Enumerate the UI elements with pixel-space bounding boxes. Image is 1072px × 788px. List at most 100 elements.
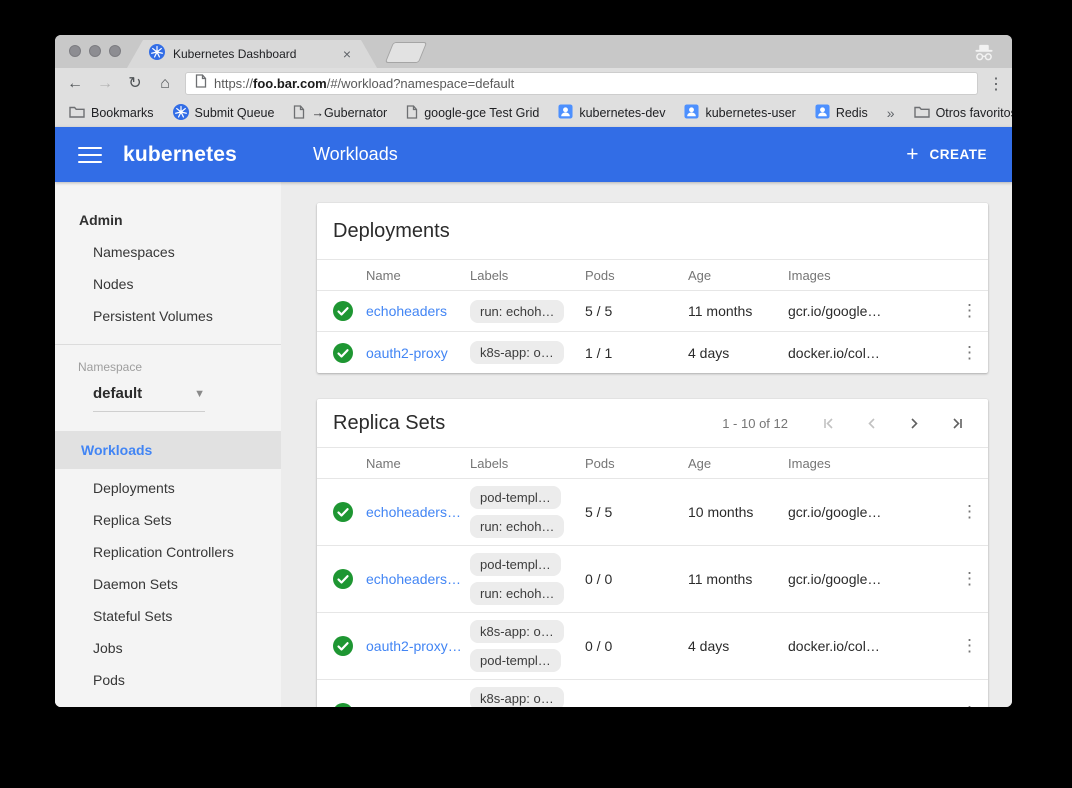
sidebar-item-pods[interactable]: Pods <box>55 664 281 696</box>
hamburger-menu-icon[interactable] <box>78 147 102 163</box>
label-chip: run: echoh… <box>470 582 564 605</box>
plus-icon: + <box>906 144 918 165</box>
table-header-row: Name Labels Pods Age Images <box>317 260 988 291</box>
tab-title: Kubernetes Dashboard <box>173 47 343 61</box>
sidebar-item-replication-controllers[interactable]: Replication Controllers <box>55 536 281 568</box>
bookmark-item[interactable]: Bookmarks <box>69 105 154 121</box>
next-page-button[interactable] <box>908 417 921 430</box>
bookmarks-bar: Bookmarks Submit Queue →Gubernator googl… <box>55 99 1012 127</box>
new-tab-button[interactable] <box>385 42 427 63</box>
sidebar-item-deployments[interactable]: Deployments <box>55 472 281 504</box>
resource-link[interactable]: echoheaders… <box>366 504 470 520</box>
app-header: kubernetes Workloads + CREATE <box>55 127 1012 182</box>
url-text: https://foo.bar.com/#/workload?namespace… <box>214 76 514 91</box>
address-bar[interactable]: https://foo.bar.com/#/workload?namespace… <box>185 72 978 95</box>
pagination: 1 - 10 of 12 <box>722 416 964 431</box>
bookmark-item[interactable]: Redis <box>815 104 868 122</box>
pagination-range: 1 - 10 of 12 <box>722 416 788 431</box>
row-menu-button[interactable]: ⋮ <box>952 343 988 363</box>
label-chip: run: echoh… <box>470 515 564 538</box>
folder-icon <box>69 105 85 118</box>
check-circle-icon <box>333 502 353 522</box>
row-menu-button[interactable]: ⋮ <box>952 636 988 656</box>
page-icon <box>293 105 305 119</box>
sidebar-item-replica-sets[interactable]: Replica Sets <box>55 504 281 536</box>
groups-icon <box>684 104 699 119</box>
sidebar-item-stateful-sets[interactable]: Stateful Sets <box>55 600 281 632</box>
reload-button[interactable]: ↻ <box>125 76 145 92</box>
kubernetes-icon <box>149 44 165 60</box>
bookmark-item[interactable]: →Gubernator <box>293 105 387 122</box>
label-chip: k8s-app: o… <box>470 341 564 364</box>
table-row: echoheaders run: echoh… 5 / 5 11 months … <box>317 291 988 332</box>
close-window-button[interactable] <box>69 45 81 57</box>
sidebar: Admin Namespaces Nodes Persistent Volume… <box>55 182 281 707</box>
table-row: echoheaders… pod-templ… run: echoh… 5 / … <box>317 479 988 546</box>
sidebar-item-nodes[interactable]: Nodes <box>55 268 281 300</box>
bookmark-item[interactable]: google-gce Test Grid <box>406 105 539 122</box>
resource-link[interactable]: oauth2-proxy <box>366 345 470 361</box>
sidebar-divider <box>55 344 281 345</box>
browser-toolbar: ← → ↻ ⌂ https://foo.bar.com/#/workload?n… <box>55 68 1012 99</box>
label-chip: k8s-app: o… <box>470 620 564 643</box>
sidebar-item-persistent-volumes[interactable]: Persistent Volumes <box>55 300 281 332</box>
sidebar-item-daemon-sets[interactable]: Daemon Sets <box>55 568 281 600</box>
other-bookmarks-folder[interactable]: Otros favoritos <box>914 105 1012 121</box>
resource-link[interactable]: oauth2-proxy… <box>366 638 470 654</box>
folder-icon <box>914 105 930 118</box>
forward-button[interactable]: → <box>95 76 115 92</box>
browser-menu-button[interactable]: ⋮ <box>988 74 1002 94</box>
desktop-background: Kubernetes Dashboard × ← → ↻ ⌂ https:/ <box>0 0 1072 788</box>
minimize-window-button[interactable] <box>89 45 101 57</box>
browser-tab[interactable]: Kubernetes Dashboard × <box>127 40 377 68</box>
resource-link[interactable]: echoheaders <box>366 303 470 319</box>
app-brand: kubernetes <box>123 143 237 167</box>
page-title: Workloads <box>313 144 398 165</box>
bookmark-item[interactable]: kubernetes-user <box>684 104 795 122</box>
app-body: Admin Namespaces Nodes Persistent Volume… <box>55 182 1012 707</box>
sidebar-item-admin[interactable]: Admin <box>55 204 281 236</box>
window-controls <box>69 45 121 57</box>
label-chip: pod-templ… <box>470 486 561 509</box>
kubernetes-icon <box>173 104 189 120</box>
last-page-button[interactable] <box>951 417 964 430</box>
row-menu-button[interactable]: ⋮ <box>952 569 988 589</box>
row-menu-button[interactable]: ⋮ <box>952 502 988 522</box>
previous-page-button[interactable] <box>865 417 878 430</box>
table-row: oauth2-proxy… k8s-app: o… pod-templ… 0 /… <box>317 613 988 680</box>
back-button[interactable]: ← <box>65 76 85 92</box>
zoom-window-button[interactable] <box>109 45 121 57</box>
create-button[interactable]: + CREATE <box>906 144 987 165</box>
check-circle-icon <box>333 703 353 707</box>
page-icon <box>195 74 207 88</box>
browser-tab-strip: Kubernetes Dashboard × <box>55 35 1012 68</box>
namespace-dropdown[interactable]: default ▼ <box>93 385 205 412</box>
sidebar-item-jobs[interactable]: Jobs <box>55 632 281 664</box>
sidebar-item-namespaces[interactable]: Namespaces <box>55 236 281 268</box>
row-menu-button[interactable]: ⋮ <box>952 703 988 707</box>
deployments-card: Deployments Name Labels Pods Age Images <box>317 203 988 373</box>
table-row: echoheaders… pod-templ… run: echoh… 0 / … <box>317 546 988 613</box>
bookmark-item[interactable]: Submit Queue <box>173 104 275 123</box>
browser-window: Kubernetes Dashboard × ← → ↻ ⌂ https:/ <box>55 35 1012 707</box>
replica-sets-card: Replica Sets 1 - 10 of 12 <box>317 399 988 707</box>
tab-close-icon[interactable]: × <box>343 47 351 61</box>
resource-link[interactable]: oauth2-proxy… <box>366 705 470 707</box>
bookmarks-overflow-chevron[interactable]: » <box>887 105 895 121</box>
namespace-value: default <box>93 385 142 402</box>
check-circle-icon <box>333 343 353 363</box>
row-menu-button[interactable]: ⋮ <box>952 301 988 321</box>
home-button[interactable]: ⌂ <box>155 76 175 92</box>
check-circle-icon <box>333 569 353 589</box>
bookmark-item[interactable]: kubernetes-dev <box>558 104 665 122</box>
page-icon <box>406 105 418 119</box>
sidebar-item-workloads[interactable]: Workloads <box>55 431 281 469</box>
table-row: oauth2-proxy k8s-app: o… 1 / 1 4 days do… <box>317 332 988 373</box>
groups-icon <box>815 104 830 119</box>
namespace-label: Namespace <box>55 355 281 379</box>
resource-link[interactable]: echoheaders… <box>366 571 470 587</box>
card-title: Deployments <box>333 220 964 243</box>
label-chip: k8s-app: o… <box>470 687 564 707</box>
table-header-row: Name Labels Pods Age Images <box>317 448 988 479</box>
first-page-button[interactable] <box>822 417 835 430</box>
